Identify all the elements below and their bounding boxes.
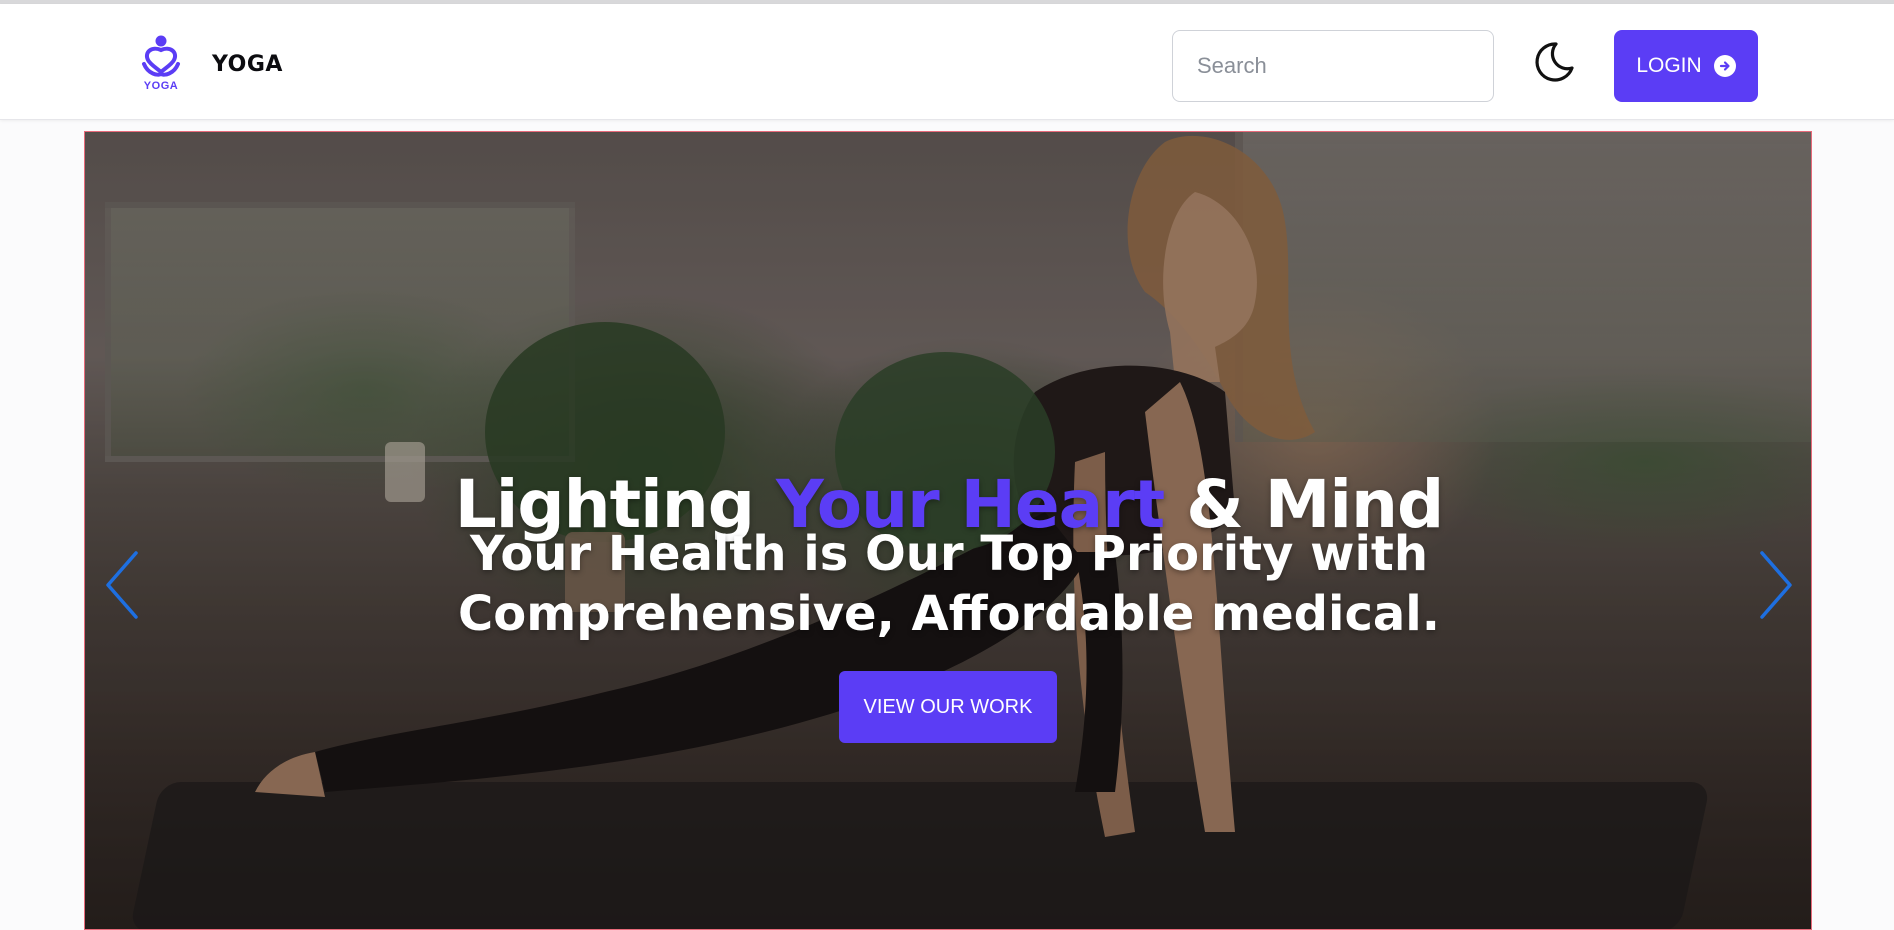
yoga-logo-icon: YOGA	[138, 34, 184, 94]
carousel-prev-button[interactable]	[99, 547, 145, 627]
chevron-left-icon	[102, 549, 142, 625]
arrow-circle-right-icon	[1713, 55, 1736, 77]
moon-icon	[1532, 40, 1576, 88]
theme-toggle-button[interactable]	[1530, 40, 1578, 88]
hero-carousel: Lighting Your Heart & Mind Your Health i…	[84, 131, 1812, 930]
login-button[interactable]: LOGIN	[1614, 30, 1758, 102]
brand[interactable]: YOGA YOGA	[138, 34, 283, 94]
chevron-right-icon	[1756, 549, 1796, 625]
view-our-work-button[interactable]: VIEW OUR WORK	[839, 671, 1057, 743]
navbar: YOGA YOGA LOGIN	[0, 4, 1894, 120]
login-label: LOGIN	[1636, 54, 1702, 77]
carousel-next-button[interactable]	[1753, 547, 1799, 627]
hero-subtitle: Your Health is Our Top Priority with Com…	[458, 526, 1440, 642]
logo-text: YOGA	[143, 80, 179, 92]
brand-name: YOGA	[212, 51, 283, 77]
search-input[interactable]	[1172, 30, 1494, 102]
